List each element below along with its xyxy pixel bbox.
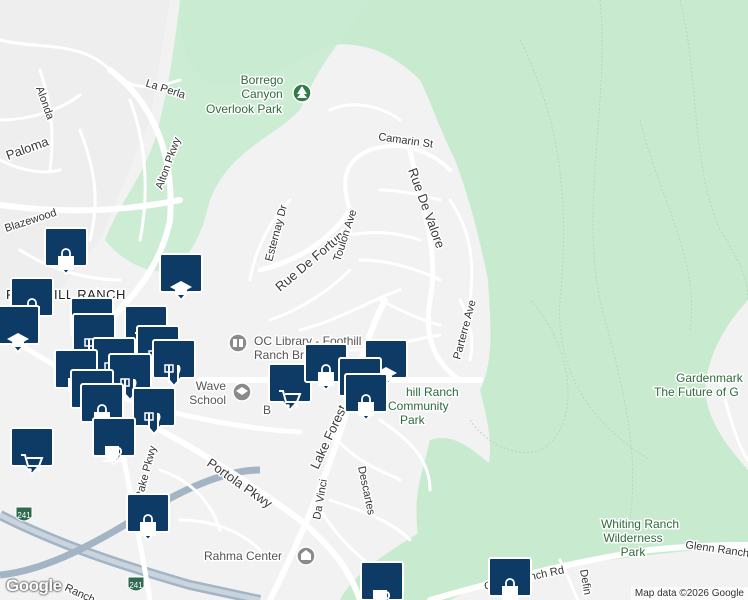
highway-shield-241-b: 241: [127, 576, 145, 592]
place-label-park-1: hill Ranch: [406, 385, 459, 399]
place-label-park-3: Park: [400, 413, 426, 427]
place-label-borrego-2: Canyon: [241, 87, 282, 101]
place-label-borrego-1: Borrego: [241, 73, 284, 87]
place-label-borrego-3: Overlook Park: [206, 102, 283, 116]
place-label-b: B: [263, 403, 271, 417]
map-svg: La Perla Alonda Paloma Alton Pkwy Blazew…: [0, 0, 748, 600]
place-label-gardenmark-2: The Future of G: [654, 385, 739, 399]
place-label-whiting-3: Park: [621, 545, 647, 559]
place-label-whiting-1: Whiting Ranch: [601, 517, 679, 531]
library-icon: [228, 333, 248, 353]
shield-label-241-a: 241: [17, 511, 31, 520]
google-logo: Google: [6, 576, 62, 595]
place-label-school: School: [189, 393, 226, 407]
pin-shopping-10[interactable]: [488, 557, 532, 600]
place-label-gardenmark-1: Gardenmark: [676, 371, 744, 385]
highway-shield-241-a: 241: [15, 506, 33, 522]
place-label-wave: Wave: [196, 379, 227, 393]
shield-label-241-b: 241: [129, 581, 143, 590]
map-attribution[interactable]: Map data ©2026 Google: [630, 587, 748, 600]
map-canvas[interactable]: La Perla Alonda Paloma Alton Pkwy Blazew…: [0, 0, 748, 600]
place-label-whiting-2: Wilderness: [603, 531, 662, 545]
place-label-park-2: Community: [388, 399, 449, 413]
place-label-rahma: Rahma Center: [204, 549, 282, 563]
pin-coffee-2[interactable]: [360, 561, 404, 600]
